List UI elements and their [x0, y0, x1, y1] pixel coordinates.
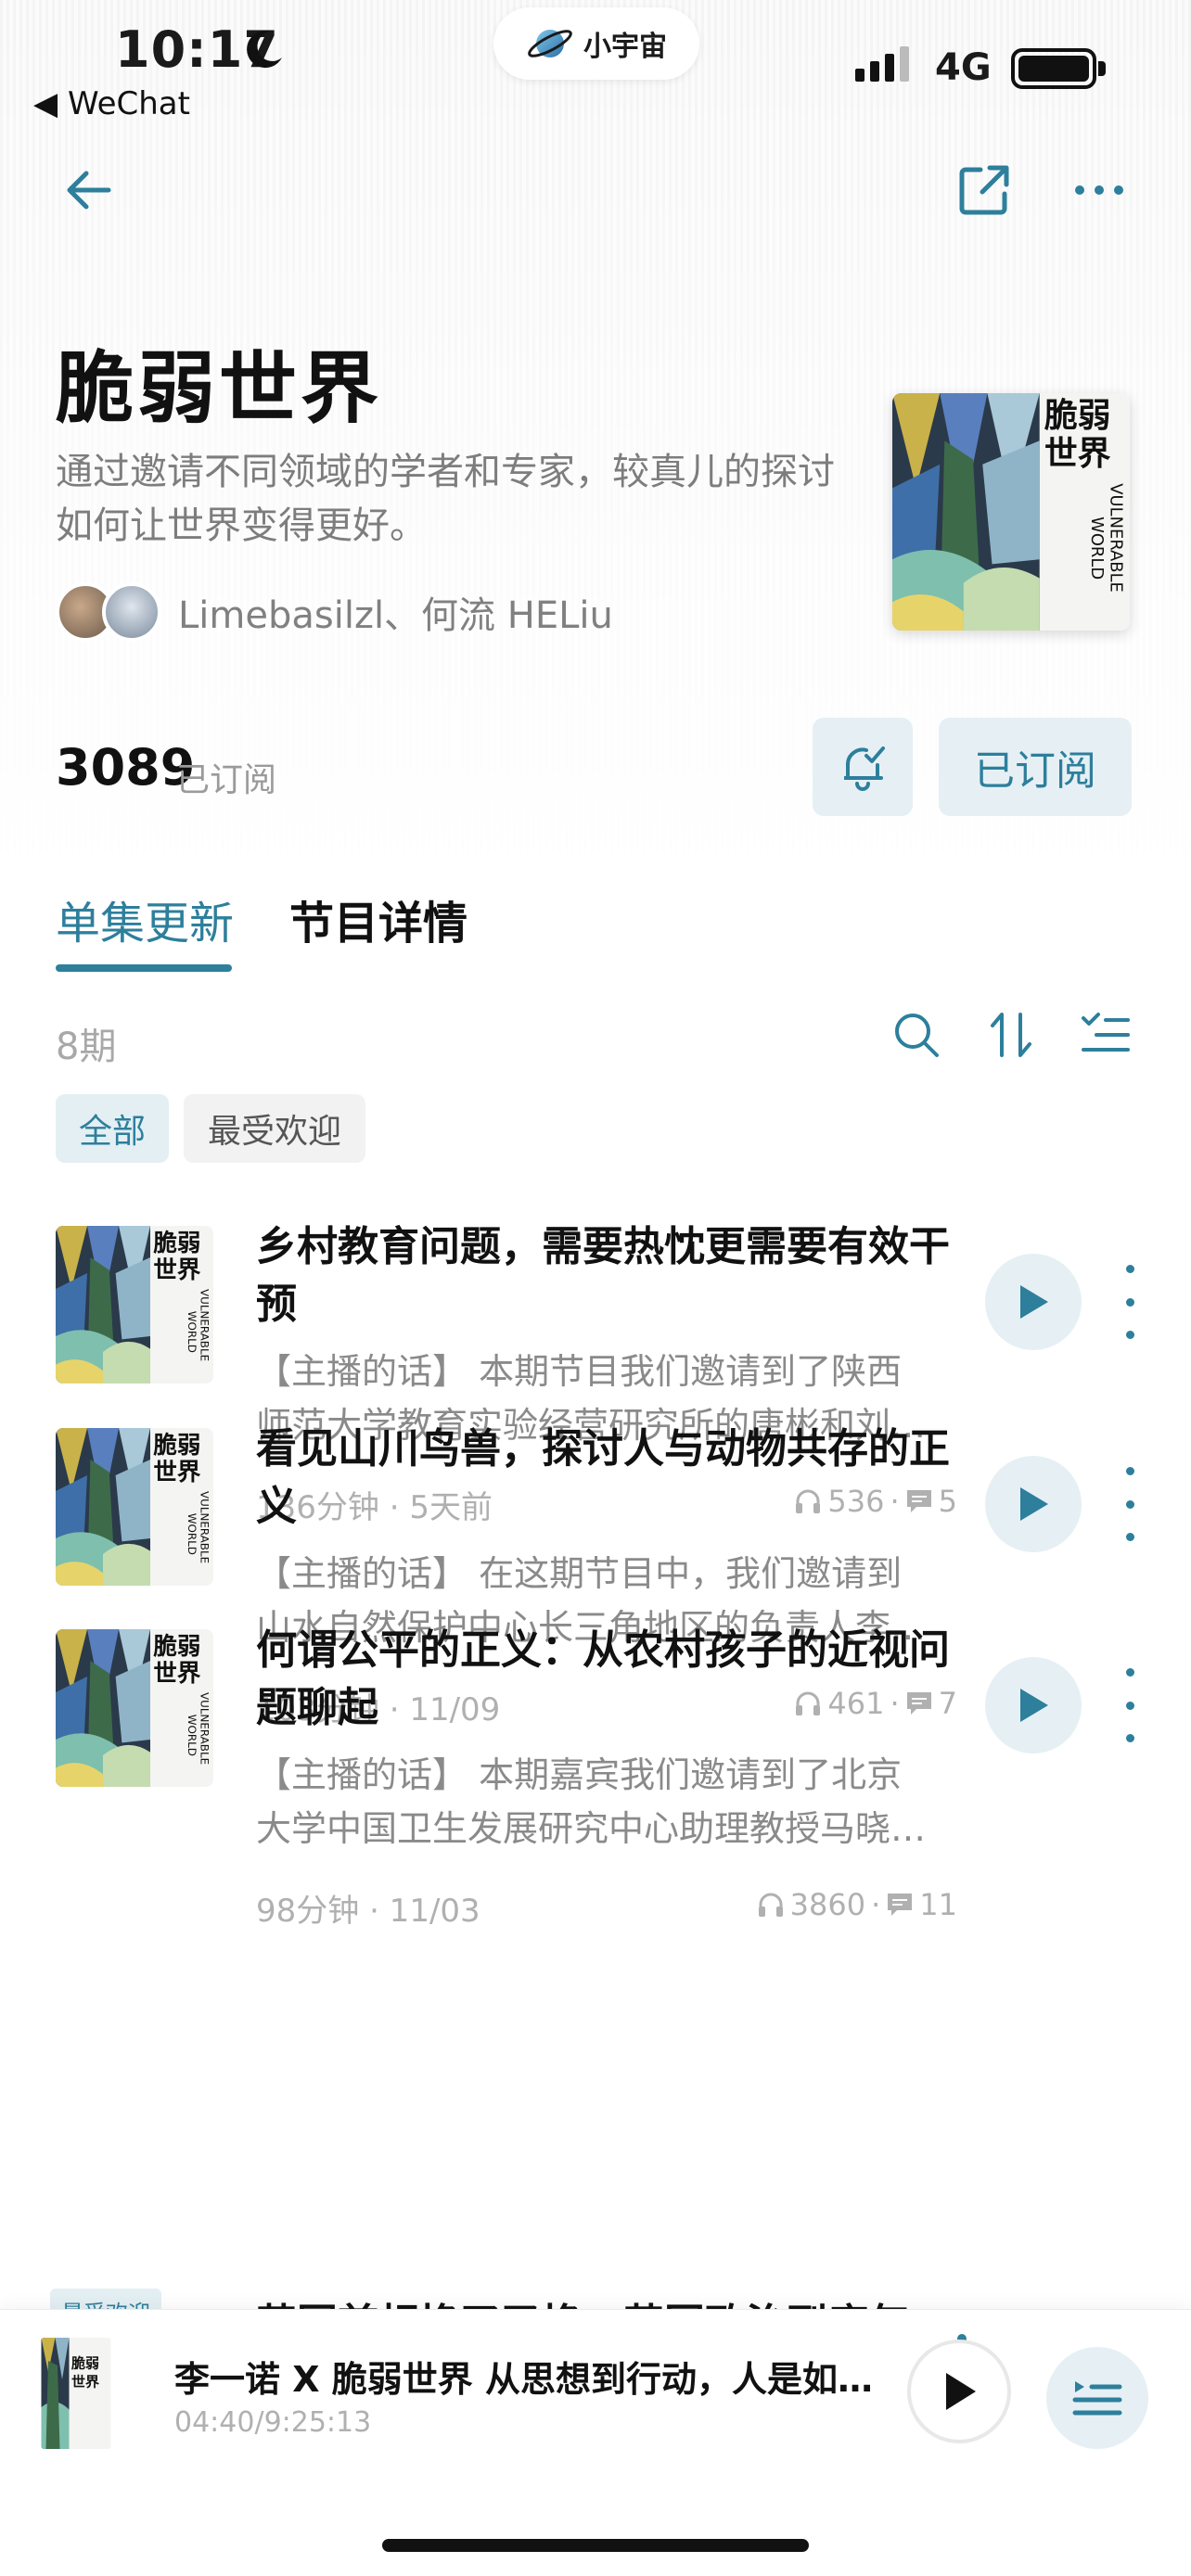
filter-popular[interactable]: 最受欢迎 [184, 1094, 365, 1163]
episode-title[interactable]: 看见山川鸟兽，探讨人与动物共存的正义 [256, 1421, 961, 1536]
back-app-label: WeChat [67, 85, 190, 122]
episode-title[interactable]: 乡村教育问题，需要热忱更需要有效干预 [256, 1218, 961, 1333]
svg-text:VULNERABLE: VULNERABLE [198, 1491, 211, 1563]
more-vertical-icon [1125, 1668, 1134, 1677]
podcast-title: 脆弱世界 [56, 343, 383, 434]
notify-button[interactable] [813, 718, 913, 816]
episode-description-line: 【主播的话】 本期节目我们邀请到了陕西 [256, 1351, 903, 1392]
svg-text:VULNERABLE: VULNERABLE [198, 1289, 211, 1361]
episode-play-button[interactable] [985, 1456, 1082, 1552]
cover-artwork: 脆弱 世界 VULNERABLE WORLD [892, 393, 1130, 631]
network-type: 4G [935, 46, 992, 89]
now-playing-cover: 脆弱 世界 [41, 2338, 111, 2449]
tab-details[interactable]: 节目详情 [289, 886, 467, 951]
play-icon [1020, 1487, 1048, 1521]
play-icon [1020, 1285, 1048, 1319]
episode-more-button[interactable] [1119, 1467, 1141, 1541]
tab-episodes[interactable]: 单集更新 [56, 886, 234, 951]
podcast-cover[interactable]: 脆弱 世界 VULNERABLE WORLD [892, 393, 1130, 631]
more-vertical-icon [1125, 1467, 1134, 1475]
svg-text:世界: 世界 [153, 1660, 201, 1688]
svg-text:VULNERABLE: VULNERABLE [198, 1692, 211, 1765]
bell-check-icon [844, 746, 885, 791]
podcast-description: 通过邀请不同领域的学者和专家，较真儿的探讨如何让世界变得更好。 [56, 451, 835, 547]
svg-text:脆弱: 脆弱 [152, 1230, 200, 1257]
home-indicator [382, 2539, 809, 2552]
app-name: 小宇宙 [583, 31, 667, 63]
svg-text:VULNERABLE: VULNERABLE [1107, 483, 1126, 593]
now-playing-time: 04:40/9:25:13 [174, 2406, 372, 2439]
svg-text:世界: 世界 [153, 1256, 201, 1284]
share-button[interactable] [952, 158, 1017, 223]
episode-cover[interactable]: 脆弱 世界 VULNERABLE WORLD [56, 1428, 213, 1586]
episode-description: 【主播的话】 本期嘉宾我们邀请到了北京 大学中国卫生发展研究中心助理教授马晓… [256, 1748, 961, 1855]
sort-button[interactable] [981, 1005, 1041, 1065]
episode-title[interactable]: 何谓公平的正义：从农村孩子的近视问题聊起 [256, 1622, 961, 1737]
episode-more-button[interactable] [1119, 1668, 1141, 1742]
now-playing-title: 李一诺 X 脆弱世界 从思想到行动，人是如… [174, 2359, 873, 2400]
search-button[interactable] [887, 1005, 946, 1065]
signal-icon [855, 46, 909, 82]
subscribed-button[interactable]: 已订阅 [939, 718, 1132, 816]
svg-text:WORLD: WORLD [1087, 516, 1107, 580]
planet-icon [528, 30, 572, 57]
episode-description-line: 大学中国卫生发展研究中心助理教授马晓… [256, 1808, 927, 1849]
play-icon [1020, 1689, 1048, 1722]
svg-text:脆弱: 脆弱 [152, 1432, 200, 1460]
svg-text:脆弱: 脆弱 [1044, 396, 1111, 435]
subscriber-count: 3089 [56, 738, 196, 797]
comment-count: 11 [919, 1887, 957, 1922]
playlist-icon [1072, 2381, 1122, 2416]
svg-text:WORLD: WORLD [186, 1513, 198, 1555]
tab-indicator [56, 964, 232, 972]
back-button[interactable] [56, 158, 121, 223]
svg-text:世界: 世界 [153, 1459, 201, 1486]
episode-description-line: 【主播的话】 本期嘉宾我们邀请到了北京 [256, 1754, 903, 1795]
share-icon [959, 165, 1009, 215]
episode-play-button[interactable] [985, 1254, 1082, 1350]
episode-count: 8期 [56, 1026, 117, 1068]
episode-cover[interactable]: 脆弱 世界 VULNERABLE WORLD [56, 1629, 213, 1787]
svg-text:世界: 世界 [71, 2374, 99, 2391]
battery-icon [1011, 48, 1096, 89]
svg-text:脆弱: 脆弱 [152, 1633, 200, 1661]
arrow-left-icon [67, 171, 111, 210]
more-vertical-icon [1125, 1265, 1134, 1273]
play-icon [946, 2373, 976, 2410]
host-avatar [102, 582, 161, 642]
headphones-icon [758, 1893, 783, 1917]
more-horizontal-icon [1075, 185, 1123, 195]
player-play-button[interactable] [907, 2340, 1011, 2443]
svg-text:WORLD: WORLD [186, 1311, 198, 1353]
moon-icon [247, 31, 282, 69]
episode-cover[interactable]: 脆弱 世界 VULNERABLE WORLD [56, 1226, 213, 1384]
filter-all[interactable]: 全部 [56, 1094, 169, 1163]
mini-player[interactable]: 脆弱 世界 李一诺 X 脆弱世界 从思想到行动，人是如… 04:40/9:25:… [0, 2309, 1191, 2576]
svg-text:脆弱: 脆弱 [71, 2355, 99, 2372]
app-pill[interactable]: 小宇宙 [493, 7, 699, 80]
episode-play-button[interactable] [985, 1657, 1082, 1753]
episode-stats: 3860 · 11 [757, 1887, 957, 1922]
episode-description-line: 【主播的话】 在这期节目中，我们邀请到 [256, 1553, 903, 1594]
checklist-icon [1082, 1013, 1130, 1052]
play-count: 3860 [789, 1887, 866, 1922]
subscriber-label: 已订阅 [176, 761, 277, 799]
svg-text:世界: 世界 [1044, 435, 1111, 473]
svg-text:WORLD: WORLD [186, 1715, 198, 1756]
playlist-button[interactable] [1046, 2347, 1148, 2449]
search-icon [895, 1014, 939, 1057]
more-button[interactable] [1067, 158, 1132, 223]
sort-icon [991, 1013, 1031, 1057]
comment-icon [888, 1894, 913, 1916]
hosts[interactable]: Limebasilzl、何流 HELiu [56, 582, 613, 642]
host-names: Limebasilzl、何流 HELiu [178, 594, 613, 637]
stats-separator: · [871, 1887, 881, 1922]
back-to-wechat[interactable]: ◀ WeChat [33, 85, 190, 122]
episode-meta: 98分钟 · 11/03 [256, 1893, 480, 1930]
episode-more-button[interactable] [1119, 1265, 1141, 1339]
select-list-button[interactable] [1076, 1005, 1135, 1065]
